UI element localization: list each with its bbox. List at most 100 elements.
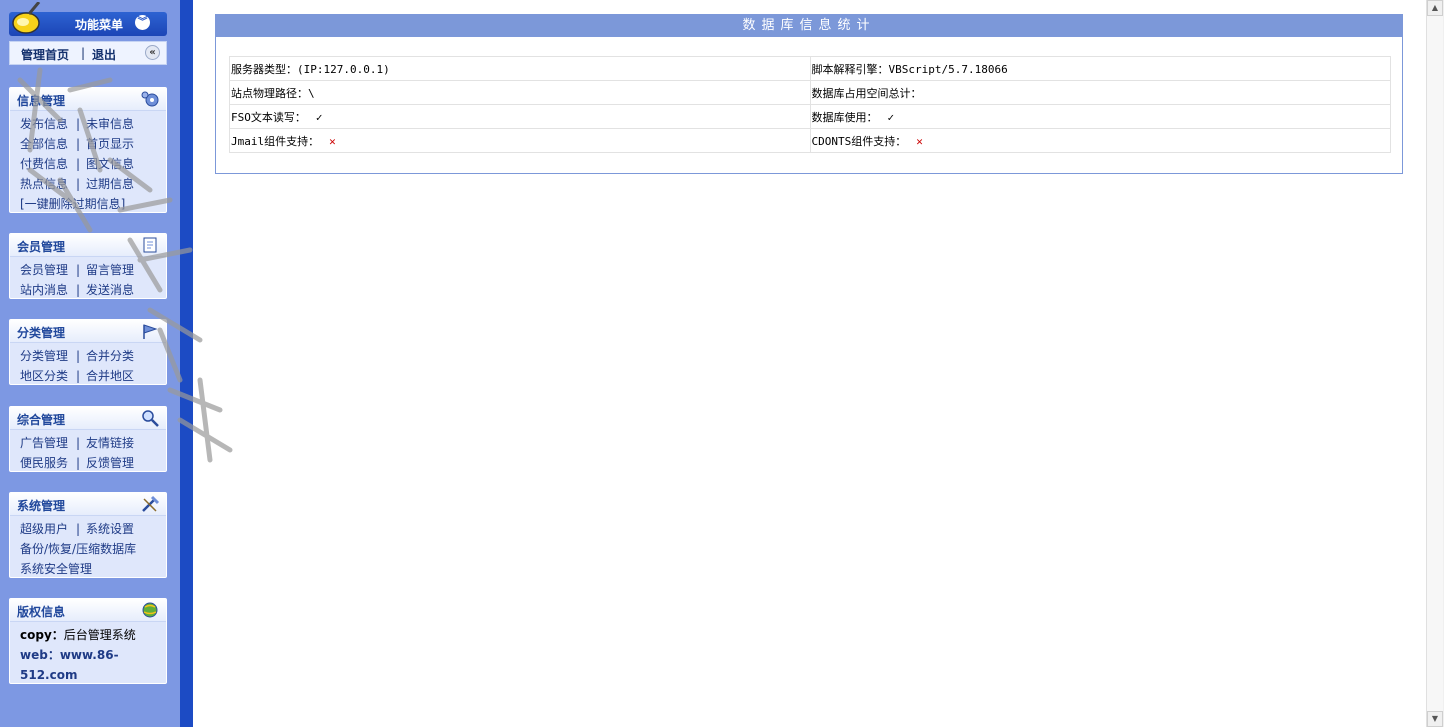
tools-icon <box>142 495 160 512</box>
web-line-1: web：www.86- <box>20 648 119 662</box>
panel-header: 信息管理 <box>10 88 166 111</box>
copyright-line: copy：后台管理系统 <box>20 625 166 645</box>
panel-title: 分类管理 <box>17 326 66 340</box>
jmail-cell: Jmail组件支持： ✕ <box>229 128 811 153</box>
panel-copyright: 版权信息 copy：后台管理系统 web：www.86- 512.com <box>9 598 167 684</box>
db-usage-cell: 数据库使用： ✓ <box>809 104 1391 129</box>
site-path-cell: 站点物理路径：\ <box>229 80 811 105</box>
menu-row: 便民服务 | 反馈管理 <box>20 453 166 471</box>
delete-expired-link[interactable]: [一键删除过期信息] <box>20 197 125 211</box>
panel-member-management: 会员管理 会员管理 | 留言管理 站内消息 | 发送消息 <box>9 233 167 299</box>
sidebar: 功能菜单 ︾ 管理首页 | 退出 « 信息管理 发布信息 | 未审信息 全部信息 | 首… <box>0 0 180 727</box>
script-engine-cell: 脚本解释引擎：VBScript/5.7.18066 <box>809 56 1391 81</box>
hot-info-link[interactable]: 热点信息 <box>20 174 70 194</box>
fso-label: FSO文本读写： <box>231 110 306 124</box>
panel-header: 分类管理 <box>10 320 166 343</box>
broom-logo-icon <box>12 2 41 34</box>
system-security-link[interactable]: 系统安全管理 <box>20 562 92 576</box>
scroll-down-icon[interactable]: ▼ <box>1427 711 1443 727</box>
panel-general-management: 综合管理 广告管理 | 友情链接 便民服务 | 反馈管理 <box>9 406 167 472</box>
cross-icon: ✕ <box>916 134 923 148</box>
scroll-track[interactable] <box>1427 16 1443 711</box>
panel-info-management: 信息管理 发布信息 | 未审信息 全部信息 | 首页显示 付费信息 | 图文信息 热点信息 |… <box>9 87 167 213</box>
feedback-management-link[interactable]: 反馈管理 <box>86 456 134 470</box>
menu-row: [一键删除过期信息] <box>20 194 166 212</box>
magnifier-icon <box>142 410 159 427</box>
panel-title: 综合管理 <box>17 413 66 427</box>
sidebar-divider <box>180 0 193 727</box>
message-management-link[interactable]: 留言管理 <box>86 263 134 277</box>
menu-row: 发布信息 | 未审信息 <box>20 114 166 134</box>
gears-icon <box>141 91 159 107</box>
page-title: 数据库信息统计 <box>216 15 1402 37</box>
merge-category-link[interactable]: 合并分类 <box>86 349 134 363</box>
menu-row: 地区分类 | 合并地区 <box>20 366 166 384</box>
region-category-link[interactable]: 地区分类 <box>20 366 70 384</box>
cdonts-cell: CDONTS组件支持： ✕ <box>809 128 1391 153</box>
flag-icon <box>143 324 158 339</box>
check-icon: ✓ <box>315 110 323 124</box>
friend-links-link[interactable]: 友情链接 <box>86 436 134 450</box>
member-management-link[interactable]: 会员管理 <box>20 260 70 280</box>
panel-category-management: 分类管理 分类管理 | 合并分类 地区分类 | 合并地区 <box>9 319 167 385</box>
top-nav: 管理首页 | 退出 « <box>9 41 167 65</box>
publish-info-link[interactable]: 发布信息 <box>20 114 70 134</box>
web-line-2: 512.com <box>20 668 78 682</box>
check-icon: ✓ <box>887 110 895 124</box>
menu-title: 功能菜单 <box>75 18 124 32</box>
panel-title: 会员管理 <box>17 240 66 254</box>
copyright-label: copy： <box>20 628 64 642</box>
menu-row: 超级用户 | 系统设置 <box>20 519 166 539</box>
scroll-up-icon[interactable]: ▲ <box>1427 0 1443 16</box>
all-info-link[interactable]: 全部信息 <box>20 134 70 154</box>
database-stats-panel: 数据库信息统计 服务器类型：(IP:127.0.0.1) 脚本解释引擎：VBSc… <box>215 14 1403 174</box>
double-chevron-left-icon[interactable]: « <box>145 45 160 60</box>
cross-icon: ✕ <box>329 134 336 148</box>
nav-separator: | <box>81 46 86 60</box>
cdonts-label: CDONTS组件支持： <box>811 134 907 148</box>
db-space-cell: 数据库占用空间总计： <box>809 80 1391 105</box>
expired-info-link[interactable]: 过期信息 <box>86 177 134 191</box>
globe-icon <box>142 602 158 618</box>
menu-row: 付费信息 | 图文信息 <box>20 154 166 174</box>
convenience-service-link[interactable]: 便民服务 <box>20 453 70 471</box>
table-row: 服务器类型：(IP:127.0.0.1) 脚本解释引擎：VBScript/5.7… <box>229 56 1391 81</box>
fso-cell: FSO文本读写： ✓ <box>229 104 811 129</box>
table-row: FSO文本读写： ✓ 数据库使用： ✓ <box>229 104 1391 129</box>
menu-row: 热点信息 | 过期信息 <box>20 174 166 194</box>
panel-header: 系统管理 <box>10 493 166 516</box>
jmail-label: Jmail组件支持： <box>231 134 320 148</box>
category-management-link[interactable]: 分类管理 <box>20 346 70 366</box>
panel-title: 版权信息 <box>17 605 66 619</box>
unreviewed-info-link[interactable]: 未审信息 <box>86 117 134 131</box>
system-settings-link[interactable]: 系统设置 <box>86 522 134 536</box>
super-user-link[interactable]: 超级用户 <box>20 519 70 539</box>
backup-restore-link[interactable]: 备份/恢复/压缩数据库 <box>20 542 136 556</box>
stats-table: 服务器类型：(IP:127.0.0.1) 脚本解释引擎：VBScript/5.7… <box>229 56 1391 153</box>
panel-header: 会员管理 <box>10 234 166 257</box>
double-chevron-down-icon[interactable]: ︾ <box>135 15 150 30</box>
menu-row: 会员管理 | 留言管理 <box>20 260 166 280</box>
table-row: 站点物理路径：\ 数据库占用空间总计： <box>229 80 1391 105</box>
table-row: Jmail组件支持： ✕ CDONTS组件支持： ✕ <box>229 128 1391 153</box>
server-type-cell: 服务器类型：(IP:127.0.0.1) <box>229 56 811 81</box>
panel-title: 信息管理 <box>17 94 66 108</box>
menu-header: 功能菜单 ︾ <box>9 2 167 36</box>
vertical-scrollbar[interactable]: ▲ ▼ <box>1426 0 1444 727</box>
logout-link[interactable]: 退出 <box>92 46 116 63</box>
panel-system-management: 系统管理 超级用户 | 系统设置 备份/恢复/压缩数据库 系统安全管理 <box>9 492 167 578</box>
panel-header: 综合管理 <box>10 407 166 430</box>
notepad-icon <box>143 237 157 253</box>
menu-row: 系统安全管理 <box>20 559 166 577</box>
copyright-value: 后台管理系统 <box>63 628 136 642</box>
admin-home-link[interactable]: 管理首页 <box>21 46 69 63</box>
menu-row: 备份/恢复/压缩数据库 <box>20 539 166 559</box>
homepage-display-link[interactable]: 首页显示 <box>86 137 134 151</box>
paid-info-link[interactable]: 付费信息 <box>20 154 70 174</box>
site-messages-link[interactable]: 站内消息 <box>20 280 70 298</box>
panel-header: 版权信息 <box>10 599 166 622</box>
image-info-link[interactable]: 图文信息 <box>86 157 134 171</box>
merge-region-link[interactable]: 合并地区 <box>86 369 134 383</box>
send-message-link[interactable]: 发送消息 <box>86 283 134 297</box>
ad-management-link[interactable]: 广告管理 <box>20 433 70 453</box>
